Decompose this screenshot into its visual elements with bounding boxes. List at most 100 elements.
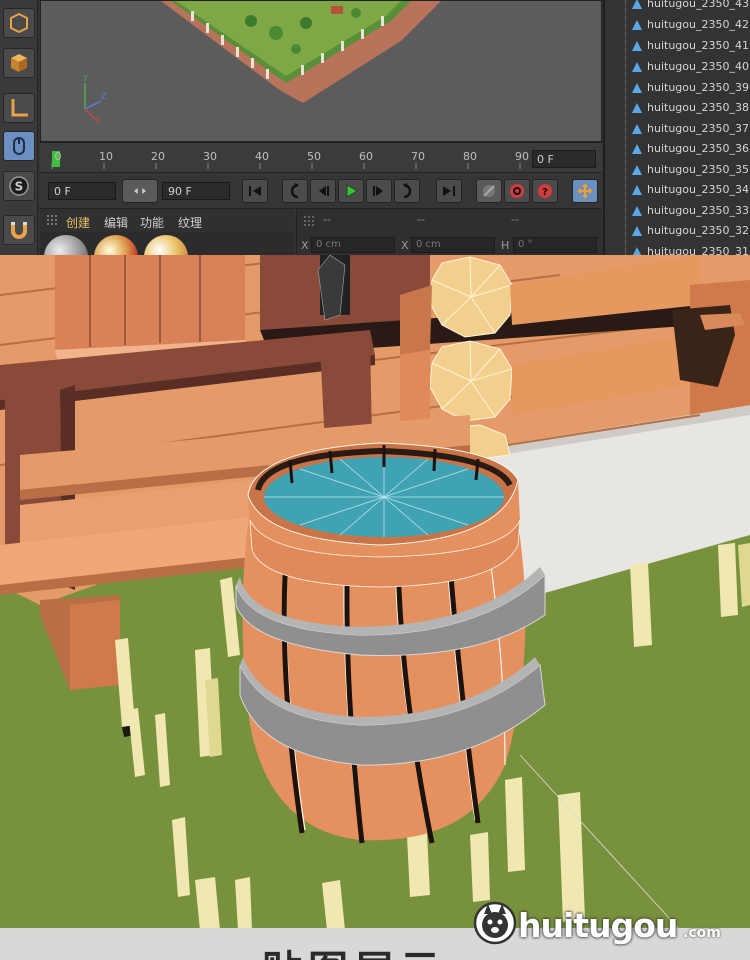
object-label: huitugou_2350_31 (647, 245, 749, 255)
coord-x2-label: X (401, 239, 409, 252)
null-object-icon (632, 185, 642, 195)
go-to-end-icon[interactable] (436, 179, 462, 203)
object-label: huitugou_2350_38 (647, 101, 749, 114)
menu-create[interactable]: 创建 (66, 214, 90, 231)
object-label: huitugou_2350_36 (647, 142, 749, 155)
timeline-tick: 10 (99, 150, 113, 163)
null-object-icon (632, 124, 642, 134)
cinema4d-interface: S Y Z X 0 10 20 30 40 50 60 70 80 90 0 F… (0, 0, 750, 255)
cube-solid-icon[interactable] (3, 48, 35, 78)
go-to-start-icon[interactable] (242, 179, 268, 203)
material-menu-bar: 创建 编辑 功能 纹理 (40, 208, 295, 232)
autokey-icon[interactable] (504, 179, 530, 203)
position-x-field[interactable]: 0 cm (311, 237, 395, 253)
object-item[interactable]: huitugou_2350_38 (605, 98, 750, 118)
object-item[interactable]: huitugou_2350_41 (605, 36, 750, 56)
drag-handle-icon[interactable] (46, 214, 60, 228)
menu-edit[interactable]: 编辑 (104, 214, 128, 231)
next-key-icon[interactable] (394, 179, 420, 203)
null-object-icon (632, 0, 642, 9)
current-frame-field[interactable]: 0 F (532, 150, 596, 168)
menu-texture[interactable]: 纹理 (178, 214, 202, 231)
timeline-tick: 20 (151, 150, 165, 163)
svg-text:?: ? (542, 187, 548, 198)
menu-function[interactable]: 功能 (140, 214, 164, 231)
object-label: huitugou_2350_32 (647, 224, 749, 237)
object-item[interactable]: huitugou_2350_32 (605, 221, 750, 241)
object-label: huitugou_2350_41 (647, 39, 749, 52)
end-frame-field[interactable]: 90 F (162, 182, 230, 200)
move-arrows-icon[interactable] (572, 179, 598, 203)
object-label: huitugou_2350_40 (647, 60, 749, 73)
left-toolbar: S (0, 0, 38, 255)
timeline-tick: 50 (307, 150, 321, 163)
timeline[interactable]: 0 10 20 30 40 50 60 70 80 90 0 F (40, 142, 602, 172)
timeline-tick: 60 (359, 150, 373, 163)
help-icon[interactable]: ? (532, 179, 558, 203)
3d-viewport[interactable]: Y Z X (40, 0, 602, 142)
dog-logo-icon (473, 901, 517, 945)
material-swatch[interactable] (44, 235, 88, 255)
timeline-ruler[interactable]: 0 10 20 30 40 50 60 70 80 90 (48, 149, 529, 169)
material-swatch[interactable] (144, 235, 188, 255)
svg-text:X: X (95, 116, 101, 123)
object-label: huitugou_2350_35 (647, 163, 749, 176)
object-label: huitugou_2350_42 (647, 18, 749, 31)
axis-tool-icon[interactable] (3, 93, 35, 123)
coord-header-size: -- (417, 213, 425, 226)
frame-stepper[interactable] (122, 179, 158, 203)
rotation-h-field[interactable]: 0 ° (513, 237, 597, 253)
object-item[interactable]: huitugou_2350_35 (605, 160, 750, 180)
coord-header-rotation: -- (511, 213, 519, 226)
object-label: huitugou_2350_34 (647, 183, 749, 196)
coordinates-panel: -- -- -- X 0 cm X 0 cm H 0 ° (296, 208, 602, 255)
render-view (0, 255, 750, 930)
object-item[interactable]: huitugou_2350_31 (605, 242, 750, 255)
object-item[interactable]: huitugou_2350_39 (605, 78, 750, 98)
transport-bar: 0 F 90 F ? (40, 172, 602, 208)
object-label: huitugou_2350_37 (647, 122, 749, 135)
material-swatches (40, 232, 295, 255)
object-label: huitugou_2350_33 (647, 204, 749, 217)
object-item[interactable]: huitugou_2350_34 (605, 180, 750, 200)
object-item[interactable]: huitugou_2350_33 (605, 201, 750, 221)
object-item[interactable]: huitugou_2350_43 (605, 0, 750, 14)
size-x-field[interactable]: 0 cm (411, 237, 495, 253)
caption-text: 贴图展示 (262, 938, 446, 960)
play-icon[interactable] (338, 179, 364, 203)
coord-h-label: H (501, 239, 510, 252)
null-object-icon (633, 247, 641, 255)
coord-header-position: -- (323, 213, 331, 226)
axis-gizmo-icon: Y Z X (82, 74, 107, 123)
previous-key-icon[interactable] (282, 179, 308, 203)
previous-frame-icon[interactable] (310, 179, 336, 203)
null-object-icon (632, 144, 642, 154)
timeline-tick: 90 (515, 150, 529, 163)
timeline-tick: 40 (255, 150, 269, 163)
object-item[interactable]: huitugou_2350_42 (605, 15, 750, 35)
coord-x-label: X (301, 239, 309, 252)
magnet-icon[interactable] (3, 215, 35, 245)
svg-text:Y: Y (82, 74, 88, 83)
timeline-tick: 0 (54, 150, 62, 163)
timeline-tick: 80 (463, 150, 477, 163)
watermark: huitugou .com (470, 898, 740, 948)
object-label: huitugou_2350_43 (647, 0, 749, 10)
material-swatch[interactable] (94, 235, 138, 255)
timeline-tick: 30 (203, 150, 217, 163)
next-frame-icon[interactable] (366, 179, 392, 203)
timeline-tick: 70 (411, 150, 425, 163)
object-item[interactable]: huitugou_2350_40 (605, 57, 750, 77)
object-item[interactable]: huitugou_2350_37 (605, 119, 750, 139)
null-object-icon (632, 83, 642, 93)
record-disabled-icon[interactable] (476, 179, 502, 203)
mouse-tool-icon[interactable] (3, 131, 35, 161)
cube-outline-icon[interactable] (3, 8, 35, 38)
null-object-icon (632, 41, 642, 51)
start-frame-field[interactable]: 0 F (48, 182, 116, 200)
null-object-icon (632, 62, 642, 72)
object-item[interactable]: huitugou_2350_36 (605, 139, 750, 159)
drag-handle-icon[interactable] (303, 215, 317, 229)
null-object-icon (632, 20, 642, 30)
snap-s-icon[interactable]: S (3, 171, 35, 201)
